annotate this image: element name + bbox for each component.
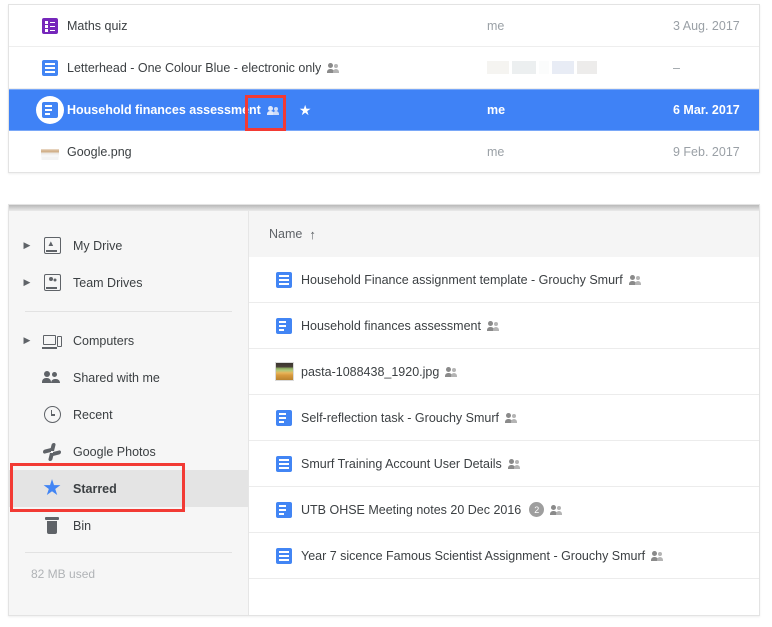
list-item[interactable]: Household finances assessment [249, 303, 759, 349]
drive-file-rows-panel: Maths quiz me 3 Aug. 2017 Letterhead - O… [8, 4, 760, 173]
sidebar-item-shared-with-me[interactable]: ▶ Shared with me [9, 359, 248, 396]
google-docs-icon [36, 96, 64, 124]
shared-people-icon [507, 458, 523, 469]
table-row-selected[interactable]: Household finances assessment ★ me 6 Mar… [9, 89, 759, 131]
sidebar-item-bin[interactable]: ▶ Bin [9, 507, 248, 544]
google-docs-icon [267, 271, 301, 288]
file-name: Year 7 sicence Famous Scientist Assignme… [301, 548, 646, 563]
file-name: Self-reflection task - Grouchy Smurf [301, 410, 499, 425]
list-item[interactable]: UTB OHSE Meeting notes 20 Dec 2016 2 [249, 487, 759, 533]
list-item[interactable]: Household Finance assignment template - … [249, 257, 759, 303]
google-docs-icon [267, 455, 301, 472]
file-name: UTB OHSE Meeting notes 20 Dec 2016 [301, 502, 522, 517]
file-name-cell: Maths quiz [67, 19, 759, 33]
computers-icon [35, 334, 69, 349]
file-name: Google.png [67, 145, 132, 159]
google-docs-icon [267, 501, 301, 518]
image-thumbnail-icon [267, 362, 301, 381]
google-photos-icon [35, 442, 69, 461]
list-empty-space [249, 579, 759, 615]
bin-icon [35, 517, 69, 534]
shared-people-icon [445, 366, 460, 377]
chevron-right-icon[interactable]: ▶ [19, 335, 35, 346]
sidebar-item-recent[interactable]: ▶ Recent [9, 396, 248, 433]
file-owner-redacted [487, 61, 597, 74]
google-docs-icon [267, 409, 301, 426]
sidebar-item-team-drives[interactable]: ▶ Team Drives [9, 264, 248, 301]
table-row[interactable]: Google.png me 9 Feb. 2017 [9, 131, 759, 173]
clock-icon [35, 406, 69, 423]
star-icon: ★ [43, 478, 61, 499]
drive-navigation-panel: ▶ My Drive ▶ Team Drives ▶ [8, 204, 760, 616]
sidebar-divider [25, 311, 232, 312]
google-docs-icon [33, 59, 67, 76]
file-name: Household finances assessment [67, 103, 261, 117]
list-item[interactable]: Year 7 sicence Famous Scientist Assignme… [249, 533, 759, 579]
file-name: Letterhead - One Colour Blue - electroni… [67, 60, 322, 75]
file-name-cell: Letterhead - One Colour Blue - electroni… [67, 61, 759, 75]
file-name-cell: Google.png [67, 145, 759, 159]
sidebar-item-label: Team Drives [73, 275, 143, 290]
sidebar-item-starred[interactable]: ▶ ★ Starred [9, 470, 248, 507]
sidebar-item-label: Recent [73, 407, 113, 422]
selected-file-avatar [33, 96, 67, 124]
chevron-right-icon[interactable]: ▶ [19, 240, 35, 251]
shared-people-icon [628, 274, 644, 285]
shared-people-icon [651, 550, 666, 561]
list-item[interactable]: pasta-1088438_1920.jpg [249, 349, 759, 395]
storage-usage-label: 82 MB used [31, 567, 96, 581]
sidebar-item-label: Shared with me [73, 370, 160, 385]
screenshot-stage: Maths quiz me 3 Aug. 2017 Letterhead - O… [0, 0, 772, 627]
file-owner: me [487, 103, 506, 117]
list-column-header[interactable]: Name ↑ [249, 211, 759, 257]
shared-people-icon [486, 320, 502, 331]
png-thumbnail-icon [33, 144, 67, 160]
sidebar-item-label: My Drive [73, 238, 123, 253]
list-item[interactable]: Self-reflection task - Grouchy Smurf [249, 395, 759, 441]
table-row[interactable]: Maths quiz me 3 Aug. 2017 [9, 5, 759, 47]
file-name-cell: Household finances assessment ★ [67, 103, 759, 117]
item-count-badge: 2 [529, 502, 545, 517]
sidebar: ▶ My Drive ▶ Team Drives ▶ [9, 211, 249, 615]
file-name: Household Finance assignment template - … [301, 272, 623, 287]
file-name: pasta-1088438_1920.jpg [301, 364, 440, 379]
sidebar-item-computers[interactable]: ▶ Computers [9, 322, 248, 359]
table-row[interactable]: Letterhead - One Colour Blue - electroni… [9, 47, 759, 89]
star-icon[interactable]: ★ [299, 103, 312, 117]
drive-icon [35, 237, 69, 254]
file-date: 9 Feb. 2017 [673, 145, 740, 159]
shared-people-icon [327, 62, 342, 73]
file-list: Name ↑ Household Finance assignment temp… [249, 211, 759, 615]
sidebar-item-label: Bin [73, 518, 92, 533]
list-item[interactable]: Smurf Training Account User Details [249, 441, 759, 487]
people-icon [35, 371, 69, 384]
shared-people-icon [266, 105, 282, 116]
sidebar-item-label: Starred [73, 481, 117, 496]
shared-people-icon [504, 412, 520, 423]
team-drive-icon [35, 274, 69, 291]
sort-ascending-icon[interactable]: ↑ [309, 227, 316, 242]
shared-people-icon [550, 504, 565, 515]
file-date: 6 Mar. 2017 [673, 103, 740, 117]
file-date: 3 Aug. 2017 [673, 18, 740, 33]
file-date: – [673, 60, 680, 75]
file-name: Maths quiz [67, 18, 128, 33]
file-owner: me [487, 145, 505, 159]
file-name: Smurf Training Account User Details [301, 456, 502, 471]
file-owner: me [487, 18, 505, 33]
sidebar-item-label: Computers [73, 333, 135, 348]
column-header-name[interactable]: Name [269, 227, 302, 241]
chevron-right-icon[interactable]: ▶ [19, 277, 35, 288]
sidebar-item-google-photos[interactable]: ▶ Google Photos [9, 433, 248, 470]
file-name: Household finances assessment [301, 318, 481, 333]
google-docs-icon [267, 547, 301, 564]
sidebar-item-my-drive[interactable]: ▶ My Drive [9, 227, 248, 264]
sidebar-item-label: Google Photos [73, 444, 156, 459]
google-forms-icon [33, 17, 67, 34]
google-docs-icon [267, 317, 301, 334]
